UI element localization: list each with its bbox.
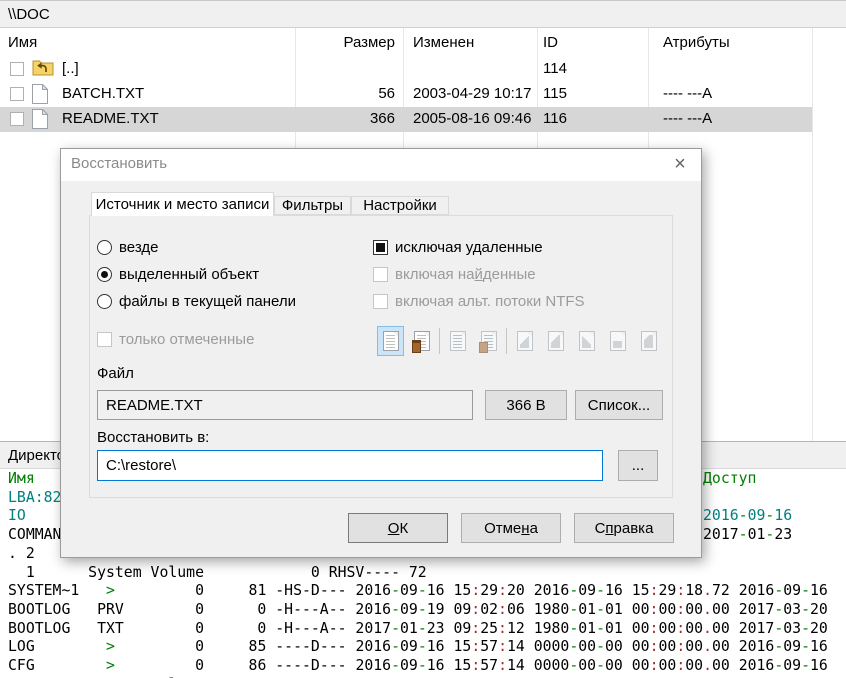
table-row[interactable]: [..] 114 (0, 57, 846, 82)
column-header-row: Имя Размер Изменен ID Атрибуты (0, 28, 846, 57)
file-rows: [..] 114 (0, 57, 846, 132)
radio-dot[interactable] (97, 240, 112, 255)
file-section-label: Файл (97, 365, 134, 382)
checkbox-label: включая найденные (395, 266, 536, 283)
row-checkbox[interactable] (10, 87, 24, 101)
document-icon (32, 109, 48, 129)
delete-marked-icon[interactable] (475, 326, 502, 356)
file-list-button[interactable]: Список... (575, 390, 663, 420)
tab-filters[interactable]: Фильтры (274, 196, 351, 215)
dialog-titlebar: Восстановить × (61, 149, 701, 181)
radio-label: выделенный объект (119, 266, 259, 283)
checkbox-box[interactable] (373, 267, 388, 282)
radio-label: везде (119, 239, 158, 256)
file-variant-4-icon[interactable] (604, 326, 631, 356)
recover-file-icon[interactable] (377, 326, 404, 356)
file-variant-5-icon[interactable] (635, 326, 662, 356)
row-checkbox[interactable] (10, 62, 24, 76)
radio-dot[interactable] (97, 267, 112, 282)
file-attributes: ---- ---A (663, 85, 712, 102)
file-id: 114 (543, 60, 567, 77)
tab-settings[interactable]: Настройки (351, 196, 449, 215)
page-glyph (517, 331, 533, 351)
console-row[interactable]: CFG > 0 86 ----D--- 2016-09-16 15:57:14 … (8, 657, 842, 676)
file-size: 366 (295, 110, 395, 127)
radio-everywhere[interactable]: везде (97, 238, 158, 256)
page-glyph (641, 331, 657, 351)
exclude-deleted-checkbox[interactable]: исключая удаленные (373, 238, 543, 256)
console-row[interactable]: LOG > 0 85 ----D--- 2016-09-16 15:57:14 … (8, 638, 842, 657)
document-icon (32, 84, 48, 104)
recover-marked-icon[interactable] (444, 326, 471, 356)
file-id: 115 (543, 85, 567, 102)
checkbox-label: исключая удаленные (395, 239, 543, 256)
page-glyph (579, 331, 595, 351)
radio-selected-object[interactable]: выделенный объект (97, 265, 259, 283)
table-row[interactable]: README.TXT 366 2005-08-16 09:46 116 ----… (0, 107, 812, 132)
file-attributes: ---- ---A (663, 110, 712, 127)
file-name-field[interactable]: README.TXT (97, 390, 473, 420)
checkbox-box[interactable] (97, 332, 112, 347)
restore-dialog: Восстановить × Источник и место записи Ф… (60, 148, 702, 558)
include-ntfs-streams-checkbox[interactable]: включая альт. потоки NTFS (373, 292, 585, 310)
folder-up-icon (32, 59, 54, 76)
radio-label: файлы в текущей панели (119, 293, 296, 310)
cancel-button[interactable]: Отмена (461, 513, 561, 543)
browse-button[interactable]: ... (618, 450, 658, 481)
app-window: \\DOC Имя Размер Изменен ID Атрибуты (0, 0, 846, 678)
only-marked-checkbox[interactable]: только отмеченные (97, 330, 254, 348)
file-name: README.TXT (62, 110, 159, 127)
restore-path-input[interactable]: C:\restore\ (97, 450, 603, 481)
help-button[interactable]: Справка (574, 513, 674, 543)
file-modified: 2005-08-16 09:46 (413, 110, 531, 127)
file-variant-1-icon[interactable] (511, 326, 538, 356)
column-header-modified[interactable]: Изменен (413, 34, 474, 51)
tab-source-and-destination[interactable]: Источник и место записи (91, 192, 274, 216)
console-row-right-fragment: Доступ (703, 470, 756, 487)
checkbox-label: только отмеченные (119, 331, 254, 348)
radio-files-in-panel[interactable]: файлы в текущей панели (97, 292, 296, 310)
row-checkbox[interactable] (10, 112, 24, 126)
console-row[interactable]: 1 System Volume 0 RHSV---- 72 (8, 564, 842, 583)
recover-mode-toolbar (377, 325, 662, 357)
page-glyph (450, 331, 466, 351)
radio-dot[interactable] (97, 294, 112, 309)
console-row[interactable]: BOOTLOG TXT 0 0 -H---A-- 2017-01-23 09:2… (8, 620, 842, 639)
file-modified: 2003-04-29 10:17 (413, 85, 531, 102)
ok-button[interactable]: ОК (348, 513, 448, 543)
page-glyph (481, 331, 497, 351)
page-glyph (414, 331, 430, 351)
path-bar: \\DOC (0, 0, 846, 28)
file-name: BATCH.TXT (62, 85, 144, 102)
dialog-title: Восстановить (71, 155, 167, 172)
toolbar-separator (506, 328, 507, 354)
toolbar-separator (439, 328, 440, 354)
file-id: 116 (543, 110, 567, 127)
table-row[interactable]: BATCH.TXT 56 2003-04-29 10:17 115 ---- -… (0, 82, 846, 107)
file-size: 56 (295, 85, 395, 102)
file-name: [..] (62, 60, 79, 77)
console-row-right-fragment: 2016-09-16 (703, 507, 792, 524)
recover-deleted-file-icon[interactable] (408, 326, 435, 356)
close-icon[interactable]: × (665, 151, 695, 177)
restore-to-label: Восстановить в: (97, 429, 209, 446)
current-path: \\DOC (8, 6, 50, 23)
include-found-checkbox[interactable]: включая найденные (373, 265, 536, 283)
console-row-right-fragment: 2017-01-23 (703, 526, 792, 543)
column-header-id[interactable]: ID (543, 34, 558, 51)
column-header-size[interactable]: Размер (295, 34, 395, 51)
page-glyph (548, 331, 564, 351)
console-row[interactable]: BOOTLOG PRV 0 0 -H---A-- 2016-09-19 09:0… (8, 601, 842, 620)
file-size-button[interactable]: 366 B (485, 390, 567, 420)
file-variant-3-icon[interactable] (573, 326, 600, 356)
page-glyph (383, 331, 399, 351)
column-header-name[interactable]: Имя (8, 34, 37, 51)
page-glyph (610, 331, 626, 351)
checkbox-label: включая альт. потоки NTFS (395, 293, 585, 310)
column-header-attributes[interactable]: Атрибуты (663, 34, 730, 51)
checkbox-box[interactable] (373, 240, 388, 255)
console-row[interactable]: SYSTEM~1 > 0 81 -HS-D--- 2016-09-16 15:2… (8, 582, 842, 601)
checkbox-box[interactable] (373, 294, 388, 309)
file-variant-2-icon[interactable] (542, 326, 569, 356)
